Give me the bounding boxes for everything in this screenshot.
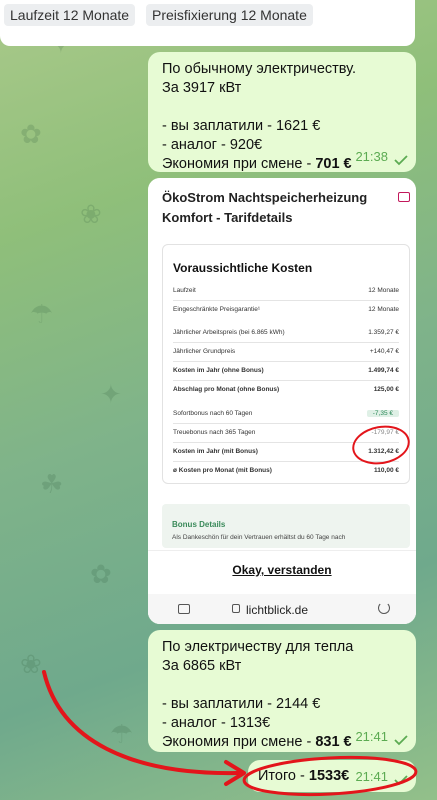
tag-preisfixierung: Preisfixierung 12 Monate: [146, 4, 313, 26]
row-value: 12 Monate: [368, 287, 399, 294]
total-value: 1533€: [308, 768, 350, 784]
divider: [173, 342, 399, 343]
message-time: 21:41: [355, 729, 388, 744]
row-value: 12 Monate: [368, 306, 399, 313]
doodle-icon: ☂: [30, 300, 54, 330]
cost-row: Jährlicher Grundpreis +140,47 €: [173, 348, 399, 358]
message-bubble-screenshot[interactable]: ÖkoStrom Nachtspeicherheizung Komfort - …: [148, 178, 416, 624]
row-label: Sofortbonus nach 60 Tagen: [173, 410, 253, 417]
savings-label: Экономия при смене -: [162, 734, 316, 750]
message-time: 21:41: [355, 769, 388, 784]
row-label: Laufzeit: [173, 287, 196, 294]
row-value: +140,47 €: [369, 348, 399, 355]
tariff-icon: [398, 192, 410, 202]
row-label: Treuebonus nach 365 Tagen: [173, 429, 256, 436]
read-check-icon: [394, 775, 408, 786]
message-bubble-regular-electricity[interactable]: По обычному электричеству. За 3917 кВт -…: [148, 52, 416, 172]
message-line: - аналог - 1313€: [162, 715, 271, 731]
cost-title: Voraussichtliche Kosten: [173, 261, 313, 275]
row-label: Jährlicher Grundpreis: [173, 348, 236, 355]
browser-url-bar: lichtblick.de: [148, 594, 416, 624]
cost-row: Sofortbonus nach 60 Tagen -7,35 €: [173, 410, 399, 420]
message-line: По электричеству для тепла: [162, 639, 354, 655]
row-value: 1.359,27 €: [368, 329, 399, 336]
cost-row: Eingeschränkte Preisgarantie¹ 12 Monate: [173, 306, 399, 316]
row-label: Abschlag pro Monat (ohne Bonus): [173, 386, 280, 393]
tag-laufzeit: Laufzeit 12 Monate: [4, 4, 136, 26]
okay-button[interactable]: Okay, verstanden: [148, 563, 416, 577]
savings-line: Экономия при смене - 701 €: [162, 155, 356, 174]
message-time: 21:38: [355, 149, 388, 164]
row-value: 125,00 €: [373, 386, 399, 393]
doodle-icon: ✦: [100, 380, 122, 410]
read-check-icon: [394, 155, 408, 166]
row-label: Jährlicher Arbeitspreis (bei 6.865 kWh): [173, 329, 285, 336]
reload-icon: [378, 602, 390, 614]
bonus-text: Als Dankeschön für dein Vertrauen erhält…: [172, 534, 346, 541]
doodle-icon: ❀: [20, 650, 42, 680]
bonus-details-box: Bonus Details Als Dankeschön für dein Ve…: [162, 504, 410, 548]
tariff-details-title: ÖkoStrom Nachtspeicherheizung Komfort - …: [162, 190, 368, 225]
doodle-icon: ✿: [90, 560, 112, 590]
tariff-details-screenshot: ÖkoStrom Nachtspeicherheizung Komfort - …: [148, 178, 416, 624]
tariff-tags-card: Laufzeit 12 Monate Preisfixierung 12 Mon…: [0, 0, 415, 46]
lock-icon: [232, 604, 240, 613]
message-line: - аналог - 920€: [162, 137, 263, 153]
cost-row: Laufzeit 12 Monate: [173, 287, 399, 297]
savings-label: Экономия при смене -: [162, 156, 316, 172]
message-line: - вы заплатили - 2144 €: [162, 696, 321, 712]
cost-row: ø Kosten pro Monat (mit Bonus) 110,00 €: [173, 467, 399, 477]
message-line: - вы заплатили - 1621 €: [162, 118, 321, 134]
message-line: По обычному электричеству.: [162, 61, 356, 77]
savings-value: 701 €: [315, 156, 352, 172]
message-line: [162, 98, 356, 117]
okay-bar: Okay, verstanden: [148, 550, 416, 594]
savings-value: 831 €: [315, 734, 352, 750]
row-value: 110,00 €: [374, 467, 399, 474]
divider: [173, 361, 399, 362]
message-line: За 6865 кВт: [162, 658, 242, 674]
doodle-icon: ☘: [40, 470, 64, 500]
doodle-icon: ✿: [20, 120, 42, 150]
read-check-icon: [394, 735, 408, 746]
divider: [173, 423, 399, 424]
total-label: Итого -: [258, 768, 309, 784]
message-line: [162, 676, 353, 695]
savings-line: Экономия при смене - 831 €: [162, 733, 353, 752]
cost-row: Kosten im Jahr (ohne Bonus) 1.499,74 €: [173, 367, 399, 377]
message-bubble-heating-electricity[interactable]: По электричеству для тепла За 6865 кВт -…: [148, 630, 416, 752]
cost-row: Abschlag pro Monat (ohne Bonus) 125,00 €: [173, 386, 399, 396]
row-label: Kosten im Jahr (ohne Bonus): [173, 367, 264, 374]
total-line: Итого - 1533€: [258, 767, 349, 786]
cost-row: Jährlicher Arbeitspreis (bei 6.865 kWh) 1…: [173, 329, 399, 339]
row-label: Eingeschränkte Preisgarantie¹: [173, 306, 261, 313]
divider: [173, 380, 399, 381]
bonus-title: Bonus Details: [172, 520, 226, 529]
row-label: ø Kosten pro Monat (mit Bonus): [173, 467, 272, 474]
tabs-icon: [178, 604, 190, 614]
url-text: lichtblick.de: [246, 603, 309, 617]
row-value: -7,35 €: [366, 410, 399, 417]
divider: [173, 300, 399, 301]
doodle-icon: ☂: [110, 720, 134, 750]
message-bubble-total[interactable]: Итого - 1533€ 21:41: [248, 760, 416, 792]
message-line: За 3917 кВт: [162, 80, 242, 96]
row-label: Kosten im Jahr (mit Bonus): [173, 448, 258, 455]
row-value: 1.499,74 €: [368, 367, 399, 374]
doodle-icon: ❀: [80, 200, 102, 230]
